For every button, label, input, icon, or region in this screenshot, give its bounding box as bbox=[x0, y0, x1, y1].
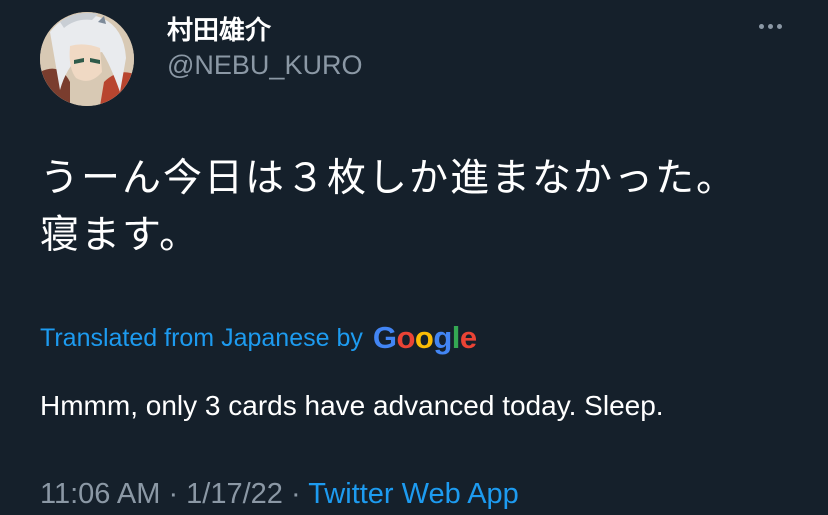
translation-attribution[interactable]: Translated from Japanese by Google bbox=[40, 318, 477, 358]
tweet-meta: 11:06 AM · 1/17/22 · Twitter Web App bbox=[40, 478, 519, 511]
author-display-name[interactable]: 村田雄介 bbox=[167, 10, 271, 47]
google-logo-letter: o bbox=[396, 320, 415, 355]
translation-label: Translated from Japanese by bbox=[40, 323, 363, 352]
tweet-text: うーん今日は３枚しか進まなかった。 寝ます。 bbox=[40, 150, 800, 264]
more-options-button[interactable] bbox=[752, 14, 788, 38]
google-logo: Google bbox=[373, 320, 477, 356]
user-avatar-icon bbox=[40, 12, 134, 106]
author-avatar[interactable] bbox=[40, 12, 134, 106]
tweet-detail: 村田雄介 @NEBU_KURO うーん今日は３枚しか進まなかった。 寝ます。 T… bbox=[0, 0, 828, 515]
google-logo-letter: g bbox=[433, 320, 452, 355]
author-handle[interactable]: @NEBU_KURO bbox=[167, 50, 362, 81]
more-dots-icon bbox=[757, 23, 784, 29]
meta-separator: · bbox=[282, 478, 309, 510]
google-logo-letter: G bbox=[372, 320, 397, 355]
google-logo-letter: e bbox=[459, 320, 477, 355]
google-logo-letter: l bbox=[451, 320, 461, 355]
tweet-text-line: 寝ます。 bbox=[40, 213, 201, 258]
tweet-text-line: うーん今日は３枚しか進まなかった。 bbox=[40, 156, 738, 201]
tweet-date: 1/17/22 bbox=[186, 478, 283, 510]
translated-text: Hmmm, only 3 cards have advanced today. … bbox=[40, 390, 664, 421]
tweet-time: 11:06 AM bbox=[40, 478, 161, 510]
meta-separator: · bbox=[160, 478, 187, 510]
tweet-source-link[interactable]: Twitter Web App bbox=[308, 478, 519, 510]
google-logo-letter: o bbox=[414, 320, 434, 355]
